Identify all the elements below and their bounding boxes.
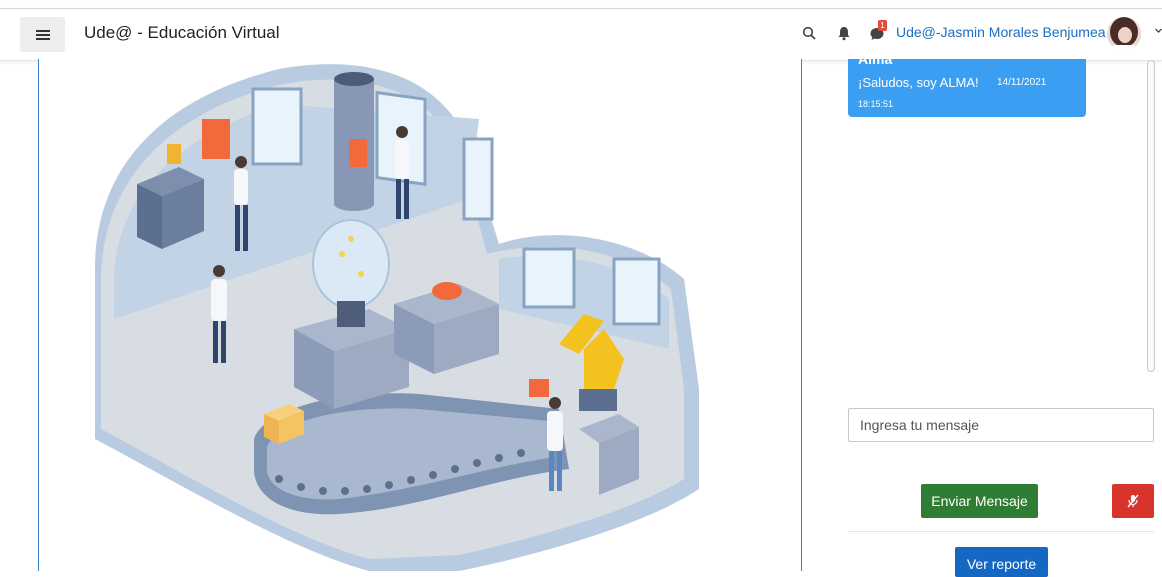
mic-off-icon bbox=[1127, 494, 1139, 508]
bell-icon bbox=[838, 26, 850, 40]
search-icon bbox=[802, 26, 816, 40]
virtual-lab-illustration bbox=[95, 64, 699, 571]
chevron-down-icon[interactable] bbox=[1155, 27, 1162, 34]
activity-content-frame bbox=[38, 59, 802, 571]
top-strip bbox=[0, 0, 1162, 8]
notification-count-badge: 1 bbox=[878, 20, 887, 31]
message-text: ¡Saludos, soy ALMA! bbox=[858, 75, 979, 90]
user-menu-name[interactable]: Ude@-Jasmin Morales Benjumea bbox=[896, 24, 1106, 40]
message-author: Alma bbox=[858, 51, 893, 67]
search-button[interactable] bbox=[798, 22, 820, 44]
avatar[interactable] bbox=[1107, 17, 1141, 51]
chat-message: Alma ¡Saludos, soy ALMA! 14/11/2021 18:1… bbox=[848, 51, 1086, 117]
message-time: 18:15:51 bbox=[858, 99, 894, 109]
mic-toggle-button[interactable] bbox=[1112, 484, 1154, 518]
chat-scrollbar[interactable] bbox=[1147, 60, 1155, 372]
view-report-button[interactable]: Ver reporte bbox=[955, 547, 1048, 577]
message-date: 14/11/2021 bbox=[997, 77, 1047, 88]
navbar: Ude@ - Educación Virtual 1 Ude@-Jasmin M… bbox=[0, 8, 1162, 61]
hamburger-icon bbox=[35, 29, 50, 40]
site-title[interactable]: Ude@ - Educación Virtual bbox=[84, 23, 280, 43]
notifications-button[interactable] bbox=[833, 22, 855, 44]
send-message-button[interactable]: Enviar Mensaje bbox=[921, 484, 1038, 518]
chat-divider bbox=[848, 531, 1154, 532]
menu-toggle-button[interactable] bbox=[20, 17, 65, 52]
message-input[interactable] bbox=[848, 408, 1154, 442]
